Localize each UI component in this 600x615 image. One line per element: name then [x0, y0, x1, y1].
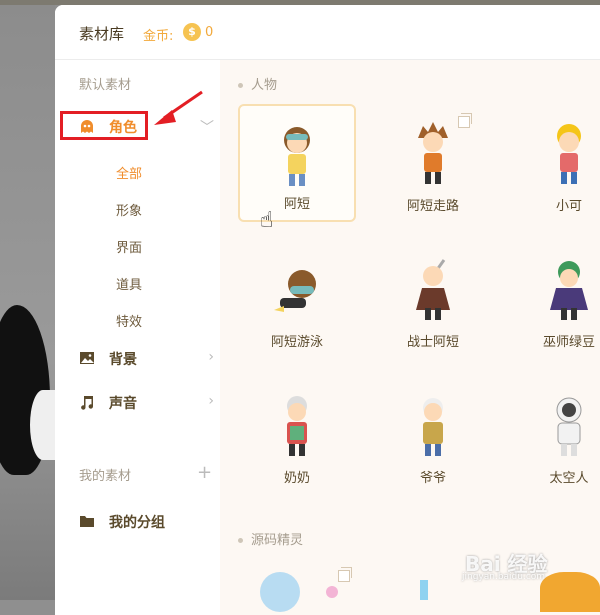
sub-item-props[interactable]: 道具: [116, 274, 142, 293]
multi-frame-icon: [458, 113, 472, 128]
character-thumbnail: [557, 124, 581, 184]
multi-frame-icon: [338, 567, 352, 582]
group-label-source-sprites: 源码精灵: [238, 529, 303, 548]
sprite-thumbnail[interactable]: [420, 580, 428, 600]
coin-icon: $: [183, 23, 201, 41]
sidebar-item-my-group[interactable]: 我的分组: [79, 508, 214, 536]
asset-card[interactable]: 阿短走路: [374, 104, 492, 222]
sprite-thumbnail[interactable]: [326, 586, 338, 598]
asset-card[interactable]: 阿短游泳: [238, 240, 356, 358]
asset-card-name: 阿短走路: [406, 199, 459, 214]
sidebar-item-label: 背景: [109, 352, 137, 368]
default-assets-label: 默认素材: [79, 78, 132, 93]
red-arrow-annotation: [154, 90, 203, 125]
panel-title: 素材库: [79, 25, 125, 43]
character-thumbnail: [556, 397, 582, 456]
coins-value: 0: [205, 25, 214, 40]
penguin-belly: [30, 390, 56, 460]
background-scene: [0, 0, 55, 600]
sidebar-item-background[interactable]: 背景 ›: [79, 345, 214, 373]
asset-card-name: 奶奶: [283, 471, 310, 486]
asset-card[interactable]: 爷爷: [374, 376, 492, 494]
chevron-right-icon: ›: [208, 393, 214, 409]
coins-label: 金币:: [143, 29, 174, 44]
folder-icon: [80, 516, 94, 527]
watermark-url: jingyan.baidu.com: [462, 572, 546, 582]
asset-card-name: 阿短: [283, 197, 310, 212]
sidebar: 默认素材 角色 ﹀ 全部 形象 界面 道具 特效 背景 › 声音 › 我的素材 …: [55, 60, 221, 615]
character-thumbnail: [416, 259, 450, 320]
asset-card-name: 爷爷: [419, 471, 446, 486]
music-note-icon: [81, 396, 93, 410]
asset-card-name: 太空人: [549, 471, 589, 486]
character-thumbnail: [418, 122, 448, 184]
sidebar-item-label: 声音: [109, 396, 137, 412]
asset-card[interactable]: 奶奶: [238, 376, 356, 494]
asset-card-name: 小可: [555, 199, 582, 214]
asset-card[interactable]: 巫师绿豆: [510, 240, 600, 358]
asset-card-name: 战士阿短: [406, 335, 459, 350]
asset-card-name: 阿短游泳: [270, 335, 323, 350]
panel-header: 素材库 金币: $ 0: [55, 5, 600, 60]
character-thumbnail: [274, 270, 316, 312]
asset-card[interactable]: 战士阿短: [374, 240, 492, 358]
sidebar-item-sound[interactable]: 声音 ›: [79, 389, 214, 417]
add-icon[interactable]: +: [197, 462, 212, 483]
image-icon: [80, 352, 94, 364]
asset-grid: 人物 阿短 阿短走路 小可 阿短游泳 战士阿短 巫师绿豆 奶奶 爷爷 太空人 源…: [220, 60, 600, 615]
sub-item-image[interactable]: 形象: [116, 200, 142, 219]
sub-item-interface[interactable]: 界面: [116, 237, 142, 256]
sprite-thumbnail[interactable]: [540, 572, 600, 612]
asset-card[interactable]: 小可: [510, 104, 600, 222]
sub-item-all[interactable]: 全部: [116, 163, 142, 182]
asset-card-name: 巫师绿豆: [542, 335, 595, 350]
group-label-characters: 人物: [238, 74, 277, 93]
character-thumbnail: [287, 396, 307, 456]
character-thumbnail: [550, 261, 588, 320]
character-thumbnail: [284, 127, 310, 186]
asset-card[interactable]: 阿短: [238, 104, 356, 222]
sprite-thumbnail[interactable]: [260, 572, 300, 612]
asset-card[interactable]: 太空人: [510, 376, 600, 494]
sub-item-effects[interactable]: 特效: [116, 311, 142, 330]
asset-library-panel: 素材库 金币: $ 0 默认素材 角色 ﹀ 全部 形象 界面 道具 特效 背景 …: [55, 5, 600, 615]
character-thumbnail: [423, 398, 443, 456]
hand-cursor-icon: ☝: [260, 208, 274, 233]
my-assets-label: 我的素材: [79, 469, 132, 484]
highlight-annotation: [60, 111, 148, 140]
sidebar-item-label: 我的分组: [109, 515, 165, 531]
chevron-right-icon: ›: [208, 349, 214, 365]
